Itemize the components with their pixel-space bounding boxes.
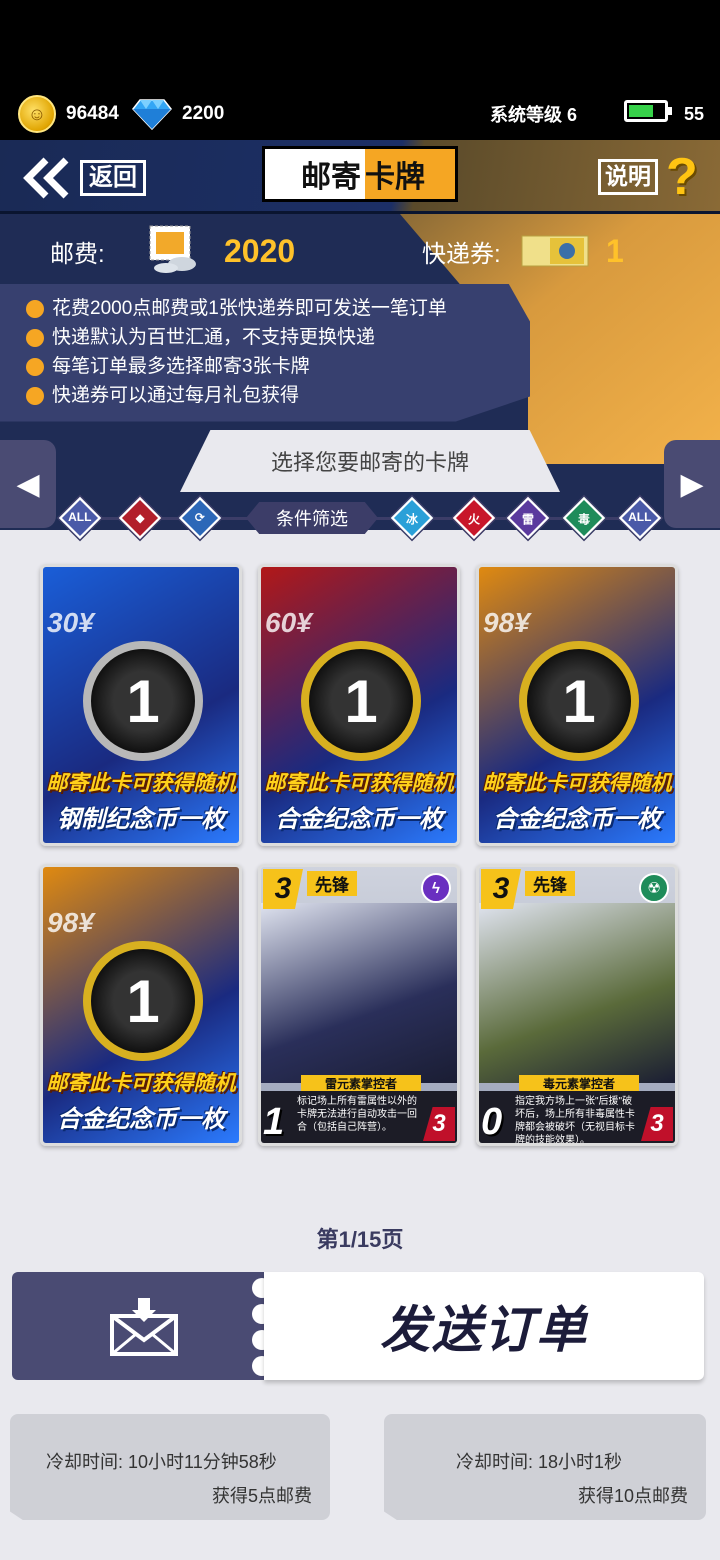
card-price: 30¥ bbox=[47, 607, 94, 638]
filter-chip[interactable]: 雷 bbox=[506, 496, 550, 540]
card-role: 先锋 bbox=[307, 871, 357, 896]
stamp-icon bbox=[149, 225, 196, 273]
page-title: 邮寄 卡牌 bbox=[262, 146, 458, 202]
cooldown-time: 冷却时间: 18小时1秒 bbox=[456, 1452, 623, 1472]
rule-item: 花费2000点邮费或1张快递券即可发送一笔订单 bbox=[26, 294, 447, 323]
title-part-2: 卡牌 bbox=[365, 149, 455, 199]
card-price: 98¥ bbox=[483, 607, 530, 638]
page-indicator: 第1/15页 bbox=[316, 1227, 404, 1252]
filter-chip[interactable]: ALL bbox=[618, 496, 662, 540]
rules-list: 花费2000点邮费或1张快递券即可发送一笔订单 快递默认为百世汇通，不支持更换快… bbox=[26, 294, 447, 410]
card-caption: 合金纪念币一枚 bbox=[493, 806, 661, 833]
arrow-right-icon: ▶ bbox=[680, 467, 704, 501]
arrow-left-icon: ◀ bbox=[16, 467, 40, 501]
character-art bbox=[479, 903, 675, 1083]
diamond-icon bbox=[132, 99, 172, 130]
filter-chip[interactable]: ◆ bbox=[118, 496, 162, 540]
coin-counter: ☺ 96484 bbox=[18, 95, 119, 133]
cooldown-card-1[interactable]: 冷却时间: 10小时11分钟58秒 获得5点邮费 bbox=[10, 1414, 330, 1520]
filter-label: 条件筛选 bbox=[246, 502, 378, 534]
postage-value: 2020 bbox=[224, 232, 296, 269]
card-item[interactable]: 3 先锋 ☢ 毒元素掌控者 指定我方场上一张"后援"破坏后，场上所有非毒属性卡牌都会被破… bbox=[476, 864, 678, 1146]
back-button[interactable]: 返回 bbox=[22, 152, 146, 204]
select-title: 选择您要邮寄的卡牌 bbox=[180, 430, 560, 492]
coin-image: 1 bbox=[301, 641, 421, 761]
card-caption: 邮寄此卡可获得随机 bbox=[46, 772, 236, 795]
rule-item: 快递默认为百世汇通，不支持更换快递 bbox=[26, 323, 447, 352]
title-part-1: 邮寄 bbox=[265, 149, 365, 199]
coin-image: 1 bbox=[83, 641, 203, 761]
coin-image: 1 bbox=[519, 641, 639, 761]
card-caption: 邮寄此卡可获得随机 bbox=[264, 772, 454, 795]
send-order-label: 发送订单 bbox=[380, 1302, 588, 1358]
card-caption: 邮寄此卡可获得随机 bbox=[482, 772, 672, 795]
cooldown-reward: 获得10点邮费 bbox=[577, 1486, 688, 1506]
next-page-button[interactable]: ▶ bbox=[664, 440, 720, 528]
element-icon: ϟ bbox=[421, 873, 451, 903]
system-level: 系统等级 6 bbox=[490, 105, 578, 125]
card-item[interactable]: 30¥ 1 邮寄此卡可获得随机钢制纪念币一枚 bbox=[40, 564, 242, 846]
cooldown-reward: 获得5点邮费 bbox=[211, 1486, 312, 1506]
envelope-icon bbox=[110, 1298, 178, 1356]
ticket-label: 快递券: bbox=[422, 240, 501, 268]
coin-icon: ☺ bbox=[18, 95, 56, 133]
fee-row: 邮费: 2020 快递券: 1 bbox=[0, 225, 720, 276]
element-icon: ☢ bbox=[639, 873, 669, 903]
card-caption: 钢制纪念币一枚 bbox=[57, 806, 225, 833]
coin-image: 1 bbox=[83, 941, 203, 1061]
card-attack: 0 bbox=[481, 1101, 503, 1143]
card-role: 先锋 bbox=[525, 871, 575, 896]
card-caption: 合金纪念币一枚 bbox=[275, 806, 443, 833]
card-item[interactable]: 98¥ 1 邮寄此卡可获得随机合金纪念币一枚 bbox=[476, 564, 678, 846]
prev-page-button[interactable]: ◀ bbox=[0, 440, 56, 528]
filter-row: 条件筛选 ALL ◆ ⟳ 冰火雷毒 ALL bbox=[56, 496, 664, 540]
filter-chip[interactable]: 火 bbox=[452, 496, 496, 540]
postage-label: 邮费: bbox=[50, 240, 105, 268]
rule-item: 快递券可以通过每月礼包获得 bbox=[26, 381, 447, 410]
filter-chip[interactable]: ⟳ bbox=[178, 496, 222, 540]
double-chevron-left-icon bbox=[23, 157, 69, 199]
question-mark-icon: ? bbox=[666, 148, 698, 206]
gem-amount: 2200 bbox=[182, 103, 225, 124]
filter-chip[interactable]: 冰 bbox=[390, 496, 434, 540]
card-attack: 1 bbox=[263, 1101, 285, 1143]
card-caption: 合金纪念币一枚 bbox=[57, 1106, 225, 1133]
card-item[interactable]: 98¥ 1 邮寄此卡可获得随机合金纪念币一枚 bbox=[40, 864, 242, 1146]
help-label: 说明 bbox=[598, 159, 658, 195]
coin-amount: 96484 bbox=[66, 103, 119, 124]
card-caption: 邮寄此卡可获得随机 bbox=[46, 1072, 236, 1095]
filter-chip[interactable]: 毒 bbox=[562, 496, 606, 540]
card-item[interactable]: 60¥ 1 邮寄此卡可获得随机合金纪念币一枚 bbox=[258, 564, 460, 846]
express-ticket-icon bbox=[521, 235, 589, 267]
ticket-value: 1 bbox=[606, 232, 624, 269]
rule-item: 每笔订单最多选择邮寄3张卡牌 bbox=[26, 352, 447, 381]
back-label: 返回 bbox=[80, 159, 146, 197]
cooldown-card-2[interactable]: 冷却时间: 18小时1秒 获得10点邮费 bbox=[384, 1414, 706, 1520]
card-price: 60¥ bbox=[265, 607, 312, 638]
card-price: 98¥ bbox=[47, 907, 94, 938]
character-art bbox=[261, 903, 457, 1083]
send-order-button[interactable]: 发送订单 bbox=[12, 1272, 704, 1382]
card-item[interactable]: 3 先锋 ϟ 雷元素掌控者 标记场上所有雷属性以外的卡牌无法进行自动攻击一回合（包括自己… bbox=[258, 864, 460, 1146]
battery-icon bbox=[624, 100, 672, 122]
battery-level: 55 bbox=[684, 103, 705, 124]
filter-chip[interactable]: ALL bbox=[58, 496, 102, 540]
help-button[interactable]: 说明 ? bbox=[598, 148, 698, 206]
gem-counter: 2200 bbox=[132, 96, 224, 132]
cooldown-time: 冷却时间: 10小时11分钟58秒 bbox=[46, 1452, 277, 1472]
